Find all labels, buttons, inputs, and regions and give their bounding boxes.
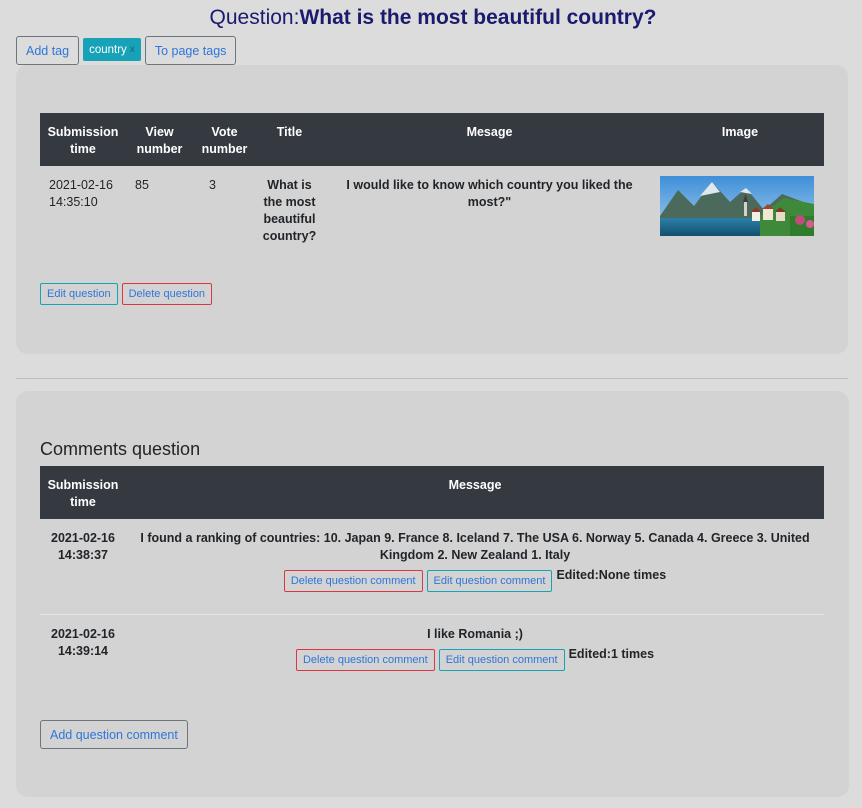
question-message: I would like to know which country you l… bbox=[346, 178, 633, 209]
comments-table: Submission time Message 2021-02-16 14:38… bbox=[40, 466, 824, 694]
delete-comment-button[interactable]: Delete question comment bbox=[283, 570, 423, 592]
question-table: Submission time View number Vote number … bbox=[40, 113, 824, 246]
comment-submission-time: 2021-02-16 14:39:14 bbox=[40, 613, 126, 694]
comment-actions: Delete question comment Edit question co… bbox=[127, 646, 823, 671]
col-vote-number: Vote number bbox=[201, 125, 248, 156]
title-prefix: Question: bbox=[209, 6, 300, 29]
section-divider bbox=[16, 378, 848, 379]
delete-comment-button[interactable]: Delete question comment bbox=[295, 648, 435, 671]
comment-message-cell: I found a ranking of countries: 10. Japa… bbox=[126, 519, 824, 614]
tag-bar: Add tag country x To page tags bbox=[16, 36, 237, 65]
question-vote-number: 3 bbox=[209, 178, 216, 192]
edit-comment-button[interactable]: Edit question comment bbox=[426, 570, 553, 592]
question-actions: Edit question Delete question bbox=[40, 283, 213, 305]
comments-heading: Comments question bbox=[40, 439, 201, 459]
col-comment-message: Message bbox=[448, 478, 502, 492]
comments-panel: Comments question Submission time Messag… bbox=[16, 391, 849, 797]
col-view-number: View number bbox=[136, 125, 183, 156]
question-image-cell bbox=[656, 166, 824, 246]
question-row: 2021-02-16 14:35:10 85 3 What is the mos… bbox=[40, 166, 824, 246]
comment-edited-count: Edited:1 times bbox=[568, 646, 655, 661]
tag-chip-label: country bbox=[89, 43, 127, 56]
comment-edited-count: Edited:None times bbox=[556, 568, 667, 582]
comment-submission-time: 2021-02-16 14:38:37 bbox=[51, 531, 115, 562]
delete-question-button[interactable]: Delete question bbox=[121, 283, 213, 305]
question-view-number: 85 bbox=[135, 178, 149, 192]
question-table-header: Submission time View number Vote number … bbox=[40, 113, 824, 166]
remove-tag-icon[interactable]: x bbox=[130, 44, 135, 55]
tag-chip-country[interactable]: country x bbox=[83, 38, 141, 61]
question-title: What is the most beautiful country? bbox=[299, 6, 657, 29]
landscape-photo-icon bbox=[660, 176, 814, 236]
to-page-tags-button[interactable]: To page tags bbox=[144, 36, 237, 65]
edit-comment-button[interactable]: Edit question comment bbox=[438, 648, 565, 671]
comment-message-cell: I like Romania ;) Delete question commen… bbox=[126, 613, 824, 694]
col-image: Image bbox=[721, 125, 759, 139]
comment-message: I like Romania ;) bbox=[427, 626, 523, 641]
comment-actions: Delete question comment Edit question co… bbox=[140, 568, 810, 592]
page-title: Question:What is the most beautiful coun… bbox=[0, 6, 862, 30]
col-comment-time: Submission time bbox=[47, 478, 119, 509]
question-submission-time: 2021-02-16 14:35:10 bbox=[49, 178, 113, 209]
comment-message: I found a ranking of countries: 10. Japa… bbox=[140, 531, 810, 562]
edit-question-button[interactable]: Edit question bbox=[40, 283, 118, 305]
add-question-comment-button[interactable]: Add question comment bbox=[40, 720, 188, 749]
comment-row: 2021-02-16 14:38:37 I found a ranking of… bbox=[40, 519, 824, 614]
comments-table-header: Submission time Message bbox=[40, 466, 824, 519]
question-panel: Submission time View number Vote number … bbox=[16, 65, 848, 354]
col-message: Mesage bbox=[466, 125, 513, 139]
col-title: Title bbox=[276, 125, 303, 139]
add-tag-button[interactable]: Add tag bbox=[16, 36, 80, 65]
question-title-cell: What is the most beautiful country? bbox=[262, 178, 317, 243]
col-submission-time: Submission time bbox=[47, 125, 119, 156]
comment-row: 2021-02-16 14:39:14 I like Romania ;) De… bbox=[40, 613, 824, 694]
